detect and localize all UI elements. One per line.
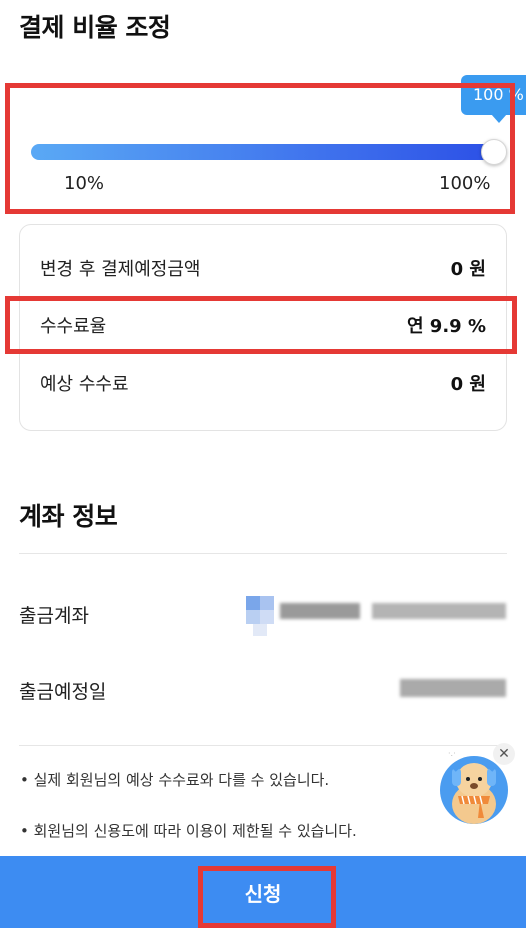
notice-text: 회원님의 신용도에 따라 이용이 제한될 수 있습니다.	[33, 822, 357, 840]
section-title-account: 계좌 정보	[19, 502, 118, 531]
divider	[19, 745, 507, 746]
slider-value-tooltip: 100 %	[461, 75, 526, 123]
notice-item: • 회원님의 신용도에 따라 이용이 제한될 수 있습니다.	[20, 822, 357, 840]
payment-ratio-slider[interactable]: 100 % 10% 100%	[0, 0, 526, 220]
slider-min-label: 10%	[64, 173, 105, 194]
row-value: 0 원	[450, 374, 486, 395]
withdraw-date-label: 출금예정일	[19, 681, 107, 703]
expected-payment-row: 변경 후 결제예정금액 0 원	[40, 255, 486, 281]
divider	[19, 553, 507, 554]
slider-thumb[interactable]	[481, 139, 507, 165]
row-label: 변경 후 결제예정금액	[40, 259, 201, 280]
svg-text:·.·: ·.·	[448, 749, 456, 758]
slider-track[interactable]	[31, 144, 493, 160]
fee-rate-row: 수수료율 연 9.9 %	[40, 312, 486, 338]
expected-fee-row: 예상 수수료 0 원	[40, 370, 486, 396]
withdraw-account-label: 출금계좌	[19, 605, 89, 627]
close-icon[interactable]: ✕	[493, 743, 515, 765]
apply-button[interactable]: 신청	[0, 856, 526, 928]
row-label: 예상 수수료	[40, 374, 129, 395]
notice-item: • 실제 회원님의 예상 수수료와 다를 수 있습니다.	[20, 771, 330, 789]
row-label: 수수료율	[40, 316, 107, 337]
divider	[19, 646, 507, 647]
notice-text: 실제 회원님의 예상 수수료와 다를 수 있습니다.	[33, 771, 330, 789]
row-value: 연 9.9 %	[406, 316, 486, 337]
slider-max-label: 100%	[439, 173, 491, 194]
row-value: 0 원	[450, 259, 486, 280]
